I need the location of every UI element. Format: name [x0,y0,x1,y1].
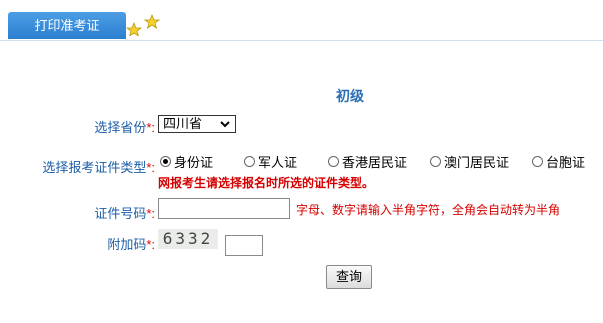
radio-label: 身份证 [174,154,214,170]
radio-button[interactable] [532,155,543,167]
captcha-input[interactable] [225,235,263,256]
level-title: 初级 [336,88,364,104]
captcha-label: 附加码*: [60,234,155,253]
chevron-down-icon [220,121,230,128]
radio-option-macau-card[interactable]: 澳门居民证 [430,153,510,170]
radio-option-id-card[interactable]: 身份证 [160,153,214,170]
star-icon [126,14,161,36]
radio-option-taiwan-card[interactable]: 台胞证 [532,153,586,170]
radio-label: 澳门居民证 [444,154,510,170]
radio-label: 台胞证 [546,154,586,170]
radio-button[interactable] [244,155,255,167]
required-mark: *: [146,206,155,221]
required-mark: *: [146,120,155,135]
cert-type-label-text: 选择报考证件类型 [42,160,147,175]
province-select[interactable]: 四川省 [158,115,236,133]
province-label: 选择省份*: [60,117,155,136]
province-selected-value: 四川省 [163,116,203,131]
radio-button[interactable] [430,155,441,167]
captcha-image[interactable]: 6332 [158,229,218,249]
province-label-text: 选择省份 [94,120,147,135]
query-button[interactable]: 查询 [326,265,372,289]
cert-number-label-text: 证件号码 [94,206,147,221]
cert-type-warning: 网报考生请选择报名时所选的证件类型。 [158,176,375,190]
required-mark: *: [146,160,155,175]
cert-type-label: 选择报考证件类型*: [20,157,155,176]
captcha-label-text: 附加码 [107,237,147,252]
radio-button[interactable] [160,155,171,167]
cert-number-input[interactable] [158,198,290,219]
radio-label: 香港居民证 [342,154,408,170]
radio-option-military-card[interactable]: 军人证 [244,153,298,170]
tab-print-admission-ticket[interactable]: 打印准考证 [8,12,126,39]
tab-strip: 打印准考证 [0,12,603,41]
cert-number-hint: 字母、数字请输入半角字符，全角会自动转为半角 [296,203,561,217]
radio-label: 军人证 [258,154,298,170]
required-mark: *: [146,237,155,252]
radio-button[interactable] [328,155,339,167]
radio-option-hongkong-card[interactable]: 香港居民证 [328,153,408,170]
cert-number-label: 证件号码*: [60,203,155,222]
